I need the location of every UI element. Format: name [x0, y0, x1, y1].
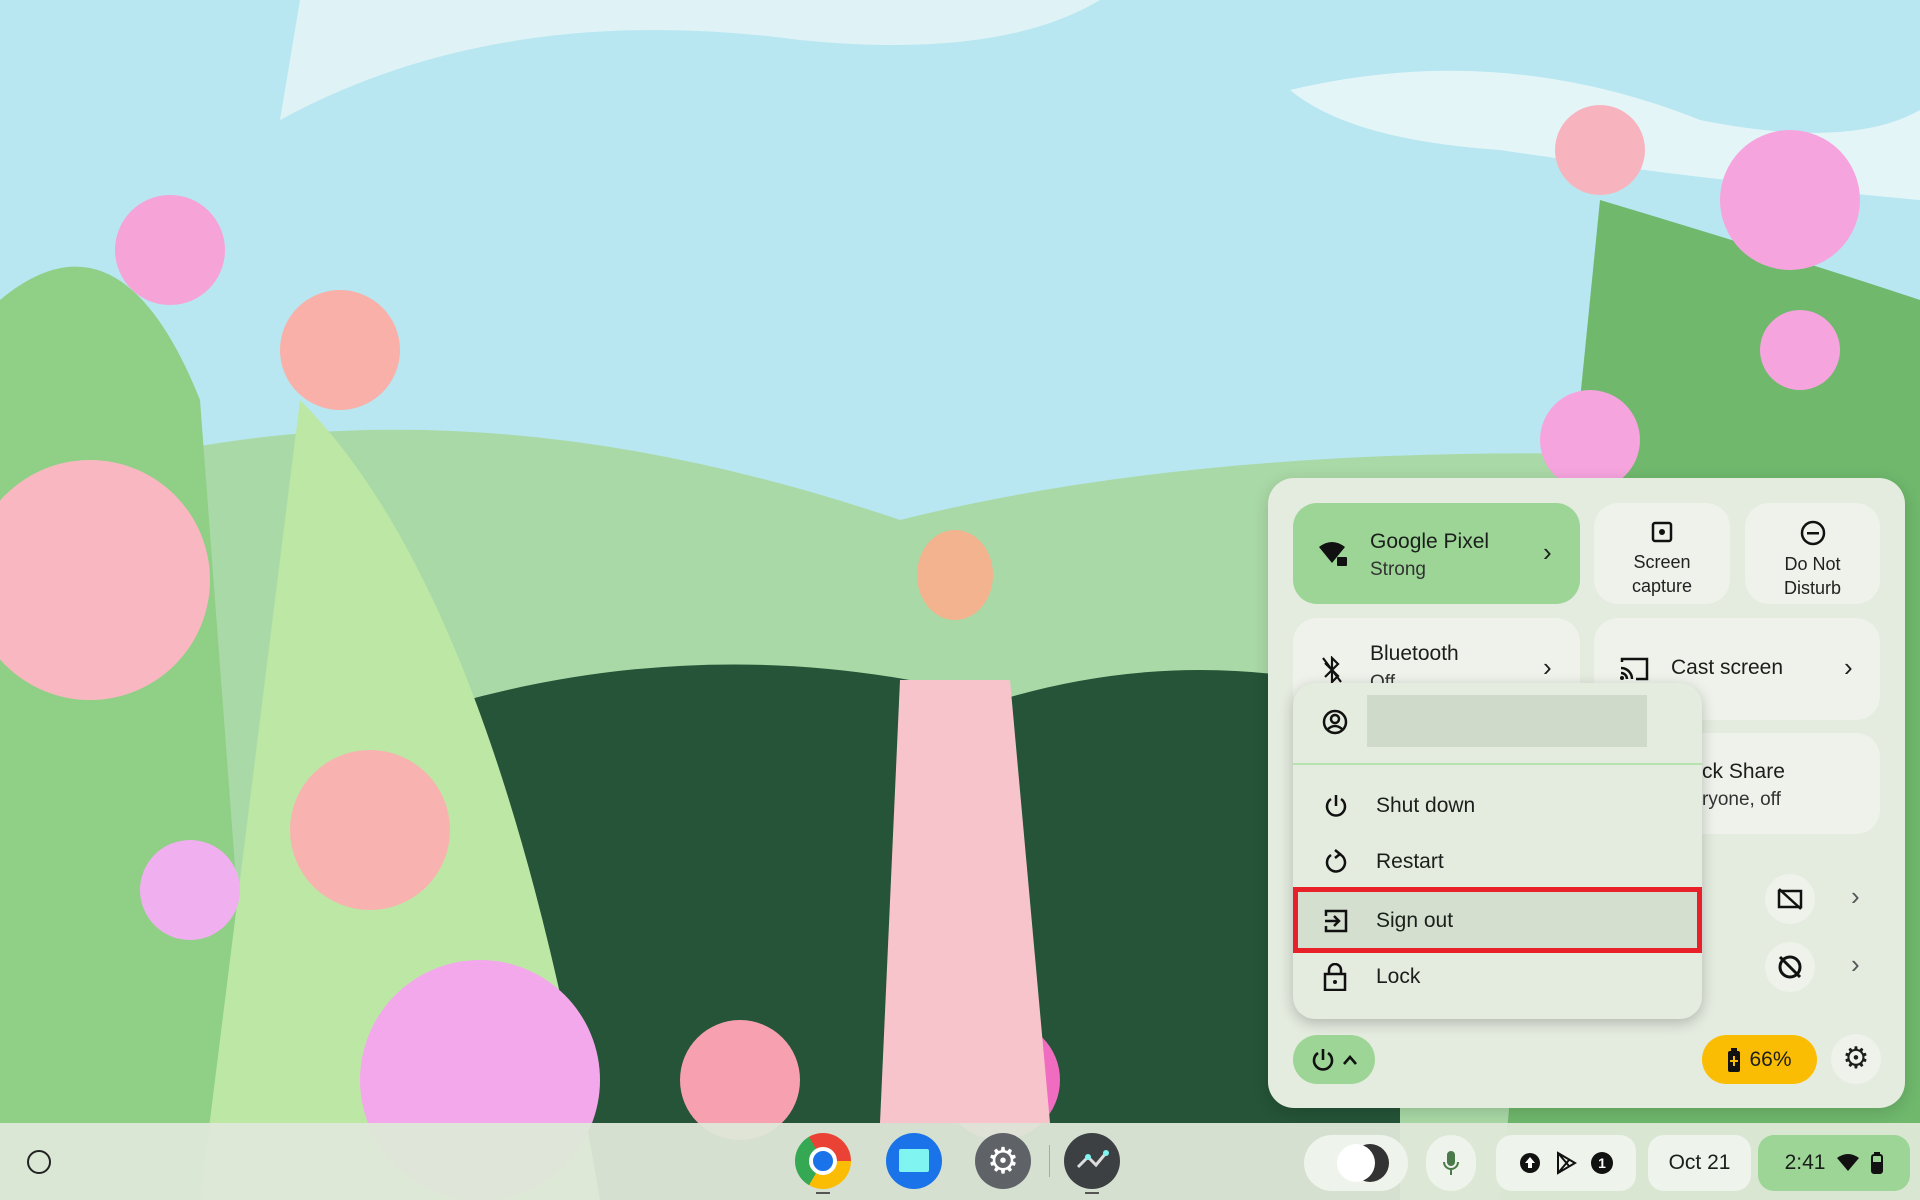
quick-share-status: ryone, off — [1702, 789, 1781, 810]
chevron-up-icon — [1343, 1054, 1357, 1065]
chevron-right-icon[interactable]: › — [1543, 652, 1552, 683]
do-not-disturb-icon — [1800, 520, 1825, 546]
notification-tray[interactable]: 1 — [1496, 1135, 1636, 1191]
screen-capture-tile[interactable]: Screen capture — [1594, 503, 1730, 604]
battery-icon — [1871, 1152, 1884, 1174]
battery-charging-icon — [1728, 1047, 1741, 1072]
play-store-icon — [1557, 1151, 1577, 1175]
shut-down-label: Shut down — [1376, 794, 1476, 817]
app-settings[interactable]: ⚙ — [975, 1133, 1031, 1189]
restart-item[interactable]: Restart — [1293, 834, 1702, 890]
status-area[interactable]: 2:41 — [1758, 1135, 1910, 1191]
lock-item[interactable]: Lock — [1293, 949, 1702, 1005]
accessibility-toggle[interactable] — [1765, 942, 1815, 992]
app-chrome[interactable] — [795, 1133, 851, 1189]
quick-share-label: ck Share — [1702, 760, 1785, 783]
app-diagnostics[interactable] — [1064, 1133, 1120, 1189]
power-menu-button[interactable] — [1293, 1035, 1375, 1084]
settings-gear-icon: ⚙ — [986, 1140, 1020, 1181]
bluetooth-label: Bluetooth — [1370, 642, 1459, 665]
sign-out-item[interactable]: Sign out — [1293, 893, 1702, 949]
wifi-lock-icon — [1319, 542, 1347, 566]
dictation-button[interactable] — [1426, 1135, 1476, 1191]
caption-toggle[interactable] — [1765, 874, 1815, 924]
shelf-divider — [1049, 1145, 1050, 1177]
date: Oct 21 — [1668, 1151, 1731, 1174]
network-name: Google Pixel — [1370, 530, 1490, 553]
chevron-right-icon[interactable]: › — [1844, 652, 1853, 683]
account-icon — [1322, 709, 1348, 735]
restart-label: Restart — [1376, 850, 1444, 873]
folder-icon — [899, 1149, 929, 1172]
running-indicator — [1085, 1192, 1099, 1194]
chevron-right-icon[interactable]: › — [1851, 949, 1860, 980]
lock-label: Lock — [1376, 965, 1421, 988]
lock-icon — [1323, 963, 1347, 991]
battery-percent: 66% — [1749, 1047, 1792, 1071]
closed-caption-off-icon — [1777, 888, 1803, 910]
clock: 2:41 — [1784, 1151, 1826, 1174]
upload-icon — [1520, 1153, 1540, 1173]
chevron-right-icon[interactable]: › — [1851, 881, 1860, 912]
battery-pill[interactable]: 66% — [1702, 1035, 1817, 1084]
network-status: Strong — [1370, 559, 1426, 580]
shut-down-item[interactable]: Shut down — [1293, 778, 1702, 834]
sign-out-icon — [1324, 909, 1348, 933]
dnd-label-1: Do Not — [1784, 554, 1841, 574]
do-not-disturb-tile[interactable]: Do Not Disturb — [1745, 503, 1880, 604]
settings-button[interactable]: ⚙ — [1831, 1034, 1881, 1084]
chevron-right-icon[interactable]: › — [1543, 537, 1552, 568]
power-icon — [1312, 1048, 1334, 1071]
notification-count: 1 — [1591, 1152, 1613, 1174]
chrome-icon — [809, 1147, 837, 1175]
account-email-redacted — [1367, 695, 1647, 747]
dnd-label-2: Disturb — [1783, 578, 1841, 598]
bluetooth-off-icon — [1322, 656, 1342, 684]
microphone-icon — [1443, 1151, 1459, 1175]
cast-label: Cast screen — [1671, 656, 1784, 679]
sign-out-label: Sign out — [1376, 909, 1454, 932]
restart-icon — [1325, 849, 1347, 873]
screen-capture-label-2: capture — [1631, 576, 1693, 596]
diagnostics-icon — [1076, 1150, 1109, 1169]
privacy-off-icon — [1778, 955, 1802, 979]
gear-icon: ⚙ — [1842, 1042, 1870, 1075]
cast-icon — [1620, 657, 1649, 681]
wifi-icon — [1837, 1154, 1860, 1171]
screen-capture-label-1: Screen — [1633, 552, 1691, 572]
screen-capture-icon — [1651, 521, 1673, 543]
menu-divider — [1293, 763, 1702, 765]
screenshot-thumbnail — [1337, 1144, 1375, 1182]
app-files[interactable] — [886, 1133, 942, 1189]
launcher-button[interactable] — [27, 1150, 51, 1174]
power-icon — [1325, 795, 1347, 817]
holding-space-tray[interactable] — [1304, 1135, 1408, 1191]
running-indicator — [816, 1192, 830, 1194]
network-tile[interactable]: Google Pixel Strong › — [1293, 503, 1580, 604]
date-tray[interactable]: Oct 21 — [1648, 1135, 1751, 1191]
